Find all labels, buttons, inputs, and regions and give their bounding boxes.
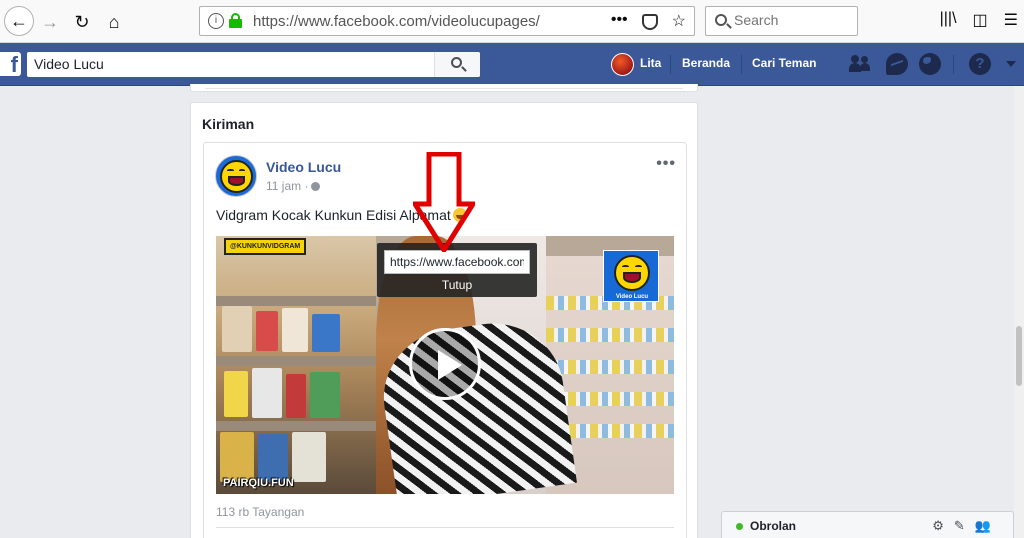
reload-button[interactable]: ↻ — [68, 8, 96, 36]
video-brand-text: PAIRQIU.FUN — [223, 477, 294, 489]
bookmark-star-icon[interactable]: ☆ — [672, 11, 686, 31]
home-icon: ⌂ — [108, 11, 120, 32]
nav-divider — [741, 55, 742, 74]
chat-settings-gear-icon[interactable]: ⚙ — [932, 518, 944, 534]
home-button[interactable]: ⌂ — [100, 8, 128, 36]
messenger-icon[interactable] — [886, 53, 908, 75]
video-player[interactable]: @KUNKUNVIDGRAM Video Lucu PAIRQIU.FUN Tu… — [216, 236, 674, 494]
pocket-icon[interactable] — [641, 14, 658, 30]
browser-toolbar: ← → ↻ ⌂ i https://www.facebook.com/video… — [0, 0, 1024, 43]
page-avatar[interactable] — [215, 155, 257, 197]
forward-arrow-icon: → — [41, 11, 59, 32]
laughing-face-icon — [614, 255, 650, 291]
post-time-text: 11 jam · — [266, 179, 309, 193]
search-icon — [715, 14, 727, 26]
find-friends-link[interactable]: Cari Teman — [752, 56, 816, 70]
secure-lock-icon — [229, 13, 242, 28]
page-info-icon[interactable]: i — [208, 13, 224, 29]
browser-search-box[interactable] — [705, 6, 858, 36]
red-down-arrow-icon — [413, 152, 475, 252]
public-globe-icon — [311, 182, 321, 191]
video-link-field[interactable] — [384, 250, 530, 274]
account-menu-caret-icon[interactable] — [1006, 61, 1016, 67]
page-scrollbar[interactable] — [1014, 86, 1024, 538]
address-bar-actions: ••• ☆ — [611, 11, 686, 31]
video-frame-shelf-left — [216, 236, 376, 494]
back-button[interactable]: ← — [4, 6, 34, 36]
search-icon — [451, 57, 462, 68]
home-link[interactable]: Beranda — [682, 56, 730, 70]
friend-requests-icon[interactable] — [849, 53, 871, 75]
divider — [216, 527, 674, 528]
laughing-face-icon — [220, 160, 253, 193]
new-message-compose-icon[interactable]: ✎ — [954, 518, 965, 534]
tooltip-close-button[interactable]: Tutup — [377, 278, 537, 292]
profile-link[interactable]: Lita — [640, 56, 661, 70]
back-arrow-icon: ← — [10, 10, 28, 31]
facebook-top-bar: f Lita Beranda Cari Teman ? — [0, 43, 1024, 86]
hamburger-menu-icon[interactable]: ☰ — [1004, 10, 1018, 30]
chat-label[interactable]: Obrolan — [750, 519, 796, 533]
chat-tools: ⚙ ✎ 👥 — [932, 518, 991, 534]
facebook-search-input[interactable] — [34, 56, 434, 72]
online-status-dot — [736, 523, 743, 530]
reload-icon: ↻ — [74, 11, 90, 32]
scrollbar-thumb[interactable] — [1016, 326, 1022, 386]
profile-avatar[interactable] — [611, 53, 634, 76]
browser-tools: |||\ ◫ ☰ — [940, 10, 1018, 30]
post-timestamp[interactable]: 11 jam · — [266, 179, 321, 193]
video-logo-caption: Video Lucu — [615, 294, 649, 300]
video-watermark: @KUNKUNVIDGRAM — [224, 238, 307, 255]
url-text[interactable]: https://www.facebook.com/videolucupages/ — [253, 13, 540, 30]
facebook-logo[interactable]: f — [0, 52, 21, 76]
sidebar-icon[interactable]: ◫ — [973, 10, 988, 30]
post-options-more-icon[interactable]: ••• — [656, 155, 676, 173]
view-count: 113 rb Tayangan — [216, 505, 305, 519]
facebook-search[interactable] — [27, 52, 480, 77]
page-actions-more-icon[interactable]: ••• — [611, 11, 628, 31]
notifications-globe-icon[interactable] — [919, 53, 941, 75]
chat-bar[interactable]: Obrolan ⚙ ✎ 👥 — [721, 511, 1014, 538]
library-icon[interactable]: |||\ — [940, 10, 957, 30]
address-bar[interactable]: i https://www.facebook.com/videolucupage… — [199, 6, 695, 36]
play-button-icon[interactable] — [409, 328, 481, 400]
nav-divider — [953, 55, 954, 74]
browser-search-input[interactable] — [734, 12, 852, 28]
forward-button[interactable]: → — [36, 8, 64, 36]
facebook-search-button[interactable] — [434, 52, 480, 77]
video-logo: Video Lucu — [603, 250, 659, 302]
create-group-people-icon[interactable]: 👥 — [975, 518, 991, 534]
section-title: Kiriman — [202, 116, 255, 132]
help-icon[interactable]: ? — [969, 53, 991, 75]
page-name-link[interactable]: Video Lucu — [266, 159, 341, 175]
previous-card — [190, 84, 698, 92]
nav-divider — [670, 55, 671, 74]
